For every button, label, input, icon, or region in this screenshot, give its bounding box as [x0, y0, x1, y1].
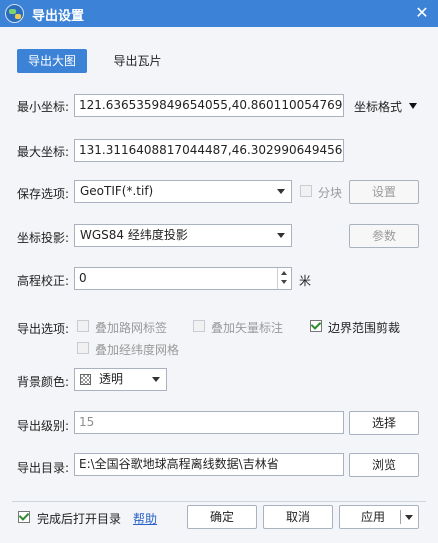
background-value: 透明 — [99, 372, 124, 386]
max-coord-label: 最大坐标: — [17, 145, 70, 159]
background-color-select[interactable]: 透明 — [74, 368, 167, 391]
save-format-value: GeoTIF(*.tif) — [80, 184, 154, 198]
window-title: 导出设置 — [32, 9, 85, 24]
directory-input[interactable]: E:\全国谷歌地球高程离线数据\吉林省 — [74, 453, 344, 476]
boundary-clip-label: 边界范围剪裁 — [328, 321, 401, 335]
apply-label: 应用 — [361, 510, 386, 524]
level-label: 导出级别: — [17, 419, 70, 433]
spin-down-icon[interactable] — [281, 280, 287, 284]
chevron-down-icon — [277, 189, 285, 194]
vector-labels-checkbox[interactable] — [193, 320, 205, 332]
save-format-select[interactable]: GeoTIF(*.tif) — [74, 180, 292, 203]
elevation-input[interactable]: 0 — [74, 267, 292, 290]
vector-labels-label: 叠加矢量标注 — [211, 321, 284, 335]
triangle-down-icon — [408, 103, 417, 109]
background-label: 背景颜色: — [17, 375, 70, 389]
title-bar: 导出设置 ✕ — [0, 0, 438, 27]
export-options-label: 导出选项: — [17, 322, 70, 336]
graticule-checkbox[interactable] — [77, 342, 89, 354]
elevation-spinner[interactable] — [277, 268, 291, 289]
chevron-down-icon — [277, 233, 285, 238]
open-after-label: 完成后打开目录 — [37, 512, 122, 526]
save-option-label: 保存选项: — [17, 187, 70, 201]
tab-export-large-image[interactable]: 导出大图 — [17, 49, 87, 73]
elevation-label: 高程校正: — [17, 274, 70, 288]
elevation-value: 0 — [79, 271, 87, 285]
params-button[interactable]: 参数 — [349, 224, 419, 248]
close-icon[interactable]: ✕ — [411, 2, 433, 24]
tab-export-tiles[interactable]: 导出瓦片 — [100, 49, 175, 73]
road-labels-label: 叠加路网标签 — [95, 321, 168, 335]
coord-format-dropdown[interactable]: 坐标格式 — [354, 98, 417, 115]
cancel-button[interactable]: 取消 — [263, 505, 333, 529]
checkmark-icon — [310, 319, 322, 330]
directory-label: 导出目录: — [17, 461, 70, 475]
elevation-unit: 米 — [299, 274, 312, 288]
spin-up-icon[interactable] — [281, 271, 287, 275]
open-after-checkbox[interactable] — [18, 510, 30, 523]
projection-value: WGS84 经纬度投影 — [80, 228, 188, 242]
browse-button[interactable]: 浏览 — [349, 453, 419, 477]
select-level-button[interactable]: 选择 — [349, 411, 419, 435]
projection-label: 坐标投影: — [17, 231, 70, 245]
chevron-down-icon[interactable] — [405, 515, 413, 520]
coord-format-label: 坐标格式 — [354, 100, 403, 114]
checkmark-icon — [18, 510, 30, 521]
ok-button[interactable]: 确定 — [187, 505, 257, 529]
settings-button[interactable]: 设置 — [349, 180, 419, 204]
globe-icon — [5, 4, 24, 23]
footer-divider — [12, 501, 426, 502]
boundary-clip-checkbox[interactable] — [310, 319, 322, 332]
min-coord-input[interactable]: 121.6365359849654055,40.8601100547694287 — [74, 94, 344, 117]
apply-button[interactable]: 应用 — [339, 505, 419, 529]
apply-menu-divider — [400, 510, 401, 524]
road-labels-checkbox[interactable] — [77, 320, 89, 332]
split-label: 分块 — [318, 186, 343, 200]
min-coord-label: 最小坐标: — [17, 100, 70, 114]
level-input[interactable]: 15 — [74, 411, 344, 434]
max-coord-input[interactable]: 131.3116408817044487,46.3029906494562269 — [74, 139, 344, 162]
split-checkbox[interactable] — [300, 185, 312, 197]
help-link[interactable]: 帮助 — [133, 510, 157, 527]
chevron-down-icon — [152, 377, 160, 382]
projection-select[interactable]: WGS84 经纬度投影 — [74, 224, 292, 247]
transparent-swatch-icon — [80, 374, 91, 385]
graticule-label: 叠加经纬度网格 — [95, 343, 180, 357]
